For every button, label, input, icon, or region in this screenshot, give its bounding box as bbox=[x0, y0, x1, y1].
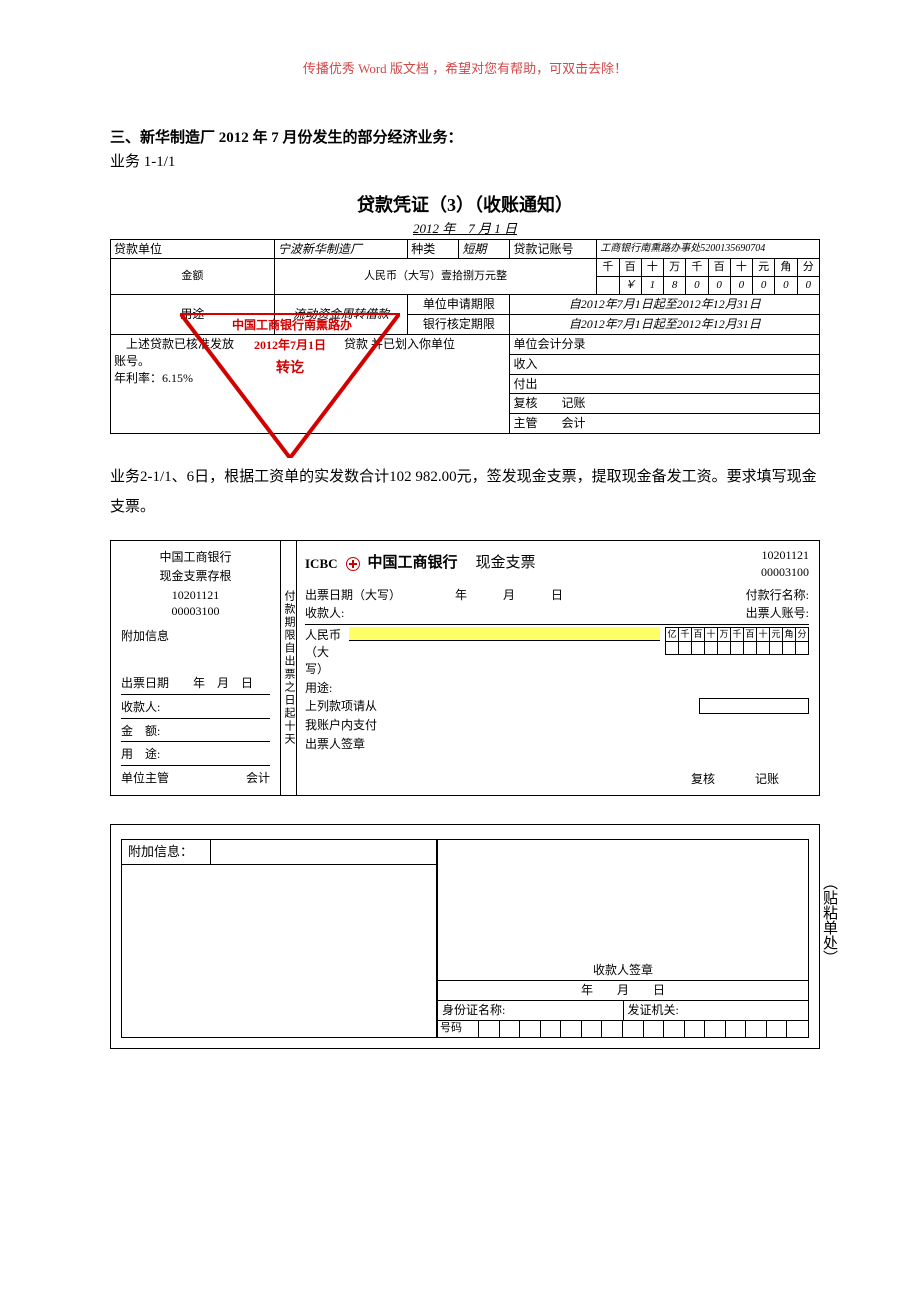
u6: 十 bbox=[730, 259, 752, 277]
review-label: 复核 bbox=[691, 771, 715, 788]
bank-cn: 中国工商银行 bbox=[368, 553, 458, 574]
blank-rect bbox=[699, 698, 809, 714]
payer-bank-label: 付款行名称: bbox=[746, 587, 809, 604]
approve-mid: 贷款 并已划入你单位 bbox=[341, 334, 510, 433]
business-2-text: 业务2-1/1、6日，根据工资单的实发数合计102 982.00元，签发现金支票… bbox=[110, 462, 820, 522]
amount-input-highlight[interactable] bbox=[349, 627, 660, 641]
usage-label: 用途 bbox=[111, 295, 275, 335]
payee-signature-label: 收款人签章 bbox=[438, 960, 808, 981]
cheque-stub: 中国工商银行 现金支票存根 10201121 00003100 附加信息 出票日… bbox=[111, 541, 281, 795]
attach-date: 年 月 日 bbox=[438, 980, 808, 1000]
caps-label: （大写） bbox=[305, 644, 343, 678]
stub-issue: 出票日期 年 月 日 bbox=[121, 675, 253, 692]
drawer-acct-label: 出票人账号: bbox=[746, 605, 809, 622]
myacct-text: 我账户内支付 bbox=[305, 717, 377, 734]
cheque-type: 现金支票 bbox=[476, 553, 536, 574]
entry-payout: 付出 bbox=[510, 374, 820, 394]
d3: 8 bbox=[664, 277, 686, 295]
d6: 0 bbox=[730, 277, 752, 295]
u0: 千 bbox=[597, 259, 619, 277]
stub-num1: 10201121 bbox=[121, 587, 270, 604]
stub-bank: 中国工商银行 bbox=[121, 549, 270, 566]
bank-period-value: 自2012年7月1日起至2012年12月31日 bbox=[510, 315, 820, 335]
entry-mgr: 主管 会计 bbox=[510, 414, 819, 433]
d0 bbox=[597, 277, 619, 295]
icbc-logo-icon bbox=[346, 557, 360, 571]
u7: 元 bbox=[753, 259, 775, 277]
d1: ￥ bbox=[619, 277, 641, 295]
stub-amount: 金 额: bbox=[121, 723, 160, 740]
u4: 千 bbox=[686, 259, 708, 277]
acct-label: 贷款记账号 bbox=[510, 239, 597, 259]
approve-l1: 上述贷款已核准发放 bbox=[114, 336, 338, 353]
d2: 1 bbox=[641, 277, 663, 295]
rmb-label: 人民币 bbox=[305, 627, 343, 644]
amount-label: 金额 bbox=[111, 259, 275, 295]
stub-acct: 会计 bbox=[246, 770, 270, 787]
approve-l2: 账号。 bbox=[114, 353, 338, 370]
entries-label: 单位会计分录 bbox=[510, 334, 820, 354]
id-name-label: 身份证名称: bbox=[438, 1001, 624, 1020]
issue-date-label: 出票日期（大写） 年 月 日 bbox=[305, 587, 563, 604]
acct-value: 工商银行南熏路办事处5200135690704 bbox=[597, 239, 820, 259]
entry-income: 收入 bbox=[510, 354, 820, 374]
u1: 百 bbox=[619, 259, 641, 277]
issuer-label: 发证机关: bbox=[624, 1001, 809, 1020]
apply-value: 自2012年7月1日起至2012年12月31日 bbox=[510, 295, 820, 315]
voucher-title: 贷款凭证（3）（收账通知） bbox=[110, 193, 820, 218]
stub-mgr: 单位主管 bbox=[121, 770, 169, 787]
stub-payee: 收款人: bbox=[121, 699, 160, 716]
business-label-1: 业务 1-1/1 bbox=[110, 152, 820, 173]
attach-info-label: 附加信息： bbox=[121, 839, 211, 865]
u2: 十 bbox=[641, 259, 663, 277]
amount-digit-grid: 亿千百十万千百十元角分 bbox=[666, 627, 809, 655]
id-number-grid: 号码 bbox=[438, 1020, 808, 1037]
stub-num2: 00003100 bbox=[121, 603, 270, 620]
unit-label: 贷款单位 bbox=[111, 239, 275, 259]
entry-review: 复核 记账 bbox=[510, 394, 819, 414]
cash-cheque: 中国工商银行 现金支票存根 10201121 00003100 附加信息 出票日… bbox=[110, 540, 820, 796]
stub-purpose: 用 途: bbox=[121, 746, 160, 763]
drawer-sig-label: 出票人签章 bbox=[305, 736, 365, 753]
stub-title: 现金支票存根 bbox=[121, 568, 270, 585]
d4: 0 bbox=[686, 277, 708, 295]
icbc-text: ICBC bbox=[305, 555, 338, 573]
usage-text: 流动资金周转借款 bbox=[274, 295, 407, 335]
u8: 角 bbox=[775, 259, 797, 277]
cheque-num1: 10201121 bbox=[761, 547, 809, 564]
type-value: 短期 bbox=[459, 239, 510, 259]
payee-label: 收款人: bbox=[305, 605, 344, 622]
purpose-label: 用途: bbox=[305, 680, 332, 697]
voucher-date: 2012 年 7 月 1 日 bbox=[110, 220, 820, 238]
cheque-num2: 00003100 bbox=[761, 564, 809, 581]
stub-attach: 附加信息 bbox=[121, 628, 270, 645]
d9: 0 bbox=[797, 277, 820, 295]
payment-deadline-label: 付款期限自出票之日起十天 bbox=[281, 541, 297, 795]
u3: 万 bbox=[664, 259, 686, 277]
u5: 百 bbox=[708, 259, 730, 277]
loan-voucher: 贷款单位 宁波新华制造厂 种类 短期 贷款记账号 工商银行南熏路办事处52001… bbox=[110, 239, 820, 434]
d7: 0 bbox=[753, 277, 775, 295]
d5: 0 bbox=[708, 277, 730, 295]
approve-l3: 年利率：6.15% bbox=[114, 370, 338, 387]
d8: 0 bbox=[775, 277, 797, 295]
unit-value: 宁波新华制造厂 bbox=[274, 239, 407, 259]
section-heading: 三、新华制造厂 2012 年 7 月份发生的部分经济业务： bbox=[110, 128, 820, 149]
type-label: 种类 bbox=[408, 239, 459, 259]
amount-cn: 人民币（大写）壹拾捌万元整 bbox=[274, 259, 596, 295]
bank-period-label: 银行核定期限 bbox=[408, 315, 510, 335]
header-hint-text: 传播优秀 Word 版文档 ，希望对您有帮助，可双击去除！ bbox=[110, 60, 820, 78]
apply-label: 单位申请期限 bbox=[408, 295, 510, 315]
request-text: 上列款项请从 bbox=[305, 698, 377, 715]
record-label: 记账 bbox=[755, 771, 779, 788]
u9: 分 bbox=[797, 259, 820, 277]
attach-info-box: 附加信息： 收款人签章 年 月 日 身份证名称: 发证机关: 号码 （贴粘单处） bbox=[110, 824, 820, 1049]
paste-area-label: （贴粘单处） bbox=[818, 875, 839, 965]
